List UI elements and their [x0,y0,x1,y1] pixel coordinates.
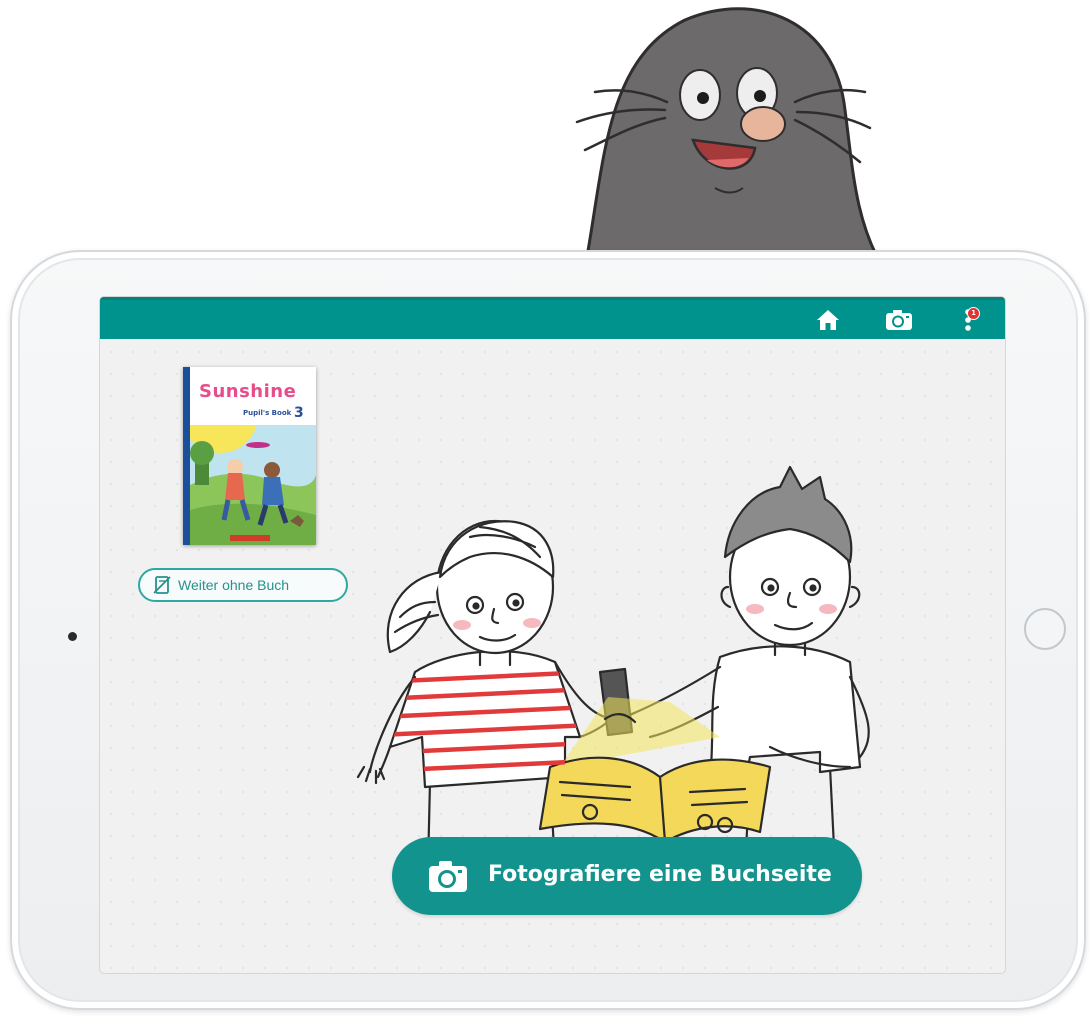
book-crossed-icon [153,576,171,594]
book-spine [183,367,190,545]
app-screen: 1 Sunshine Pupil's Book 3 Weiter ohne Bu… [100,297,1005,973]
menu-button[interactable]: 1 [952,305,984,335]
continue-without-book-label: Weiter ohne Buch [178,577,290,593]
home-icon [817,310,839,330]
mole-mascot [575,7,885,268]
notification-badge: 1 [967,307,980,320]
camera-icon [886,310,912,330]
book-title: Sunshine [199,381,297,402]
take-photo-label: Fotografiere eine Buchseite [488,862,832,887]
book-volume: 3 [294,405,304,421]
camera-button[interactable] [883,305,915,335]
continue-without-book-button[interactable]: Weiter ohne Buch [138,568,348,602]
book-cover-illustration [190,425,316,545]
tablet-home-button[interactable] [1024,608,1066,650]
kids-scanning-book-illustration [356,465,870,867]
book-subtitle: Pupil's Book [243,409,292,417]
top-toolbar: 1 [100,297,1005,339]
book-cover[interactable]: Sunshine Pupil's Book 3 [183,367,316,545]
front-camera [68,632,77,641]
camera-icon [429,861,467,892]
home-button[interactable] [812,305,844,335]
take-photo-button[interactable]: Fotografiere eine Buchseite [392,837,862,915]
